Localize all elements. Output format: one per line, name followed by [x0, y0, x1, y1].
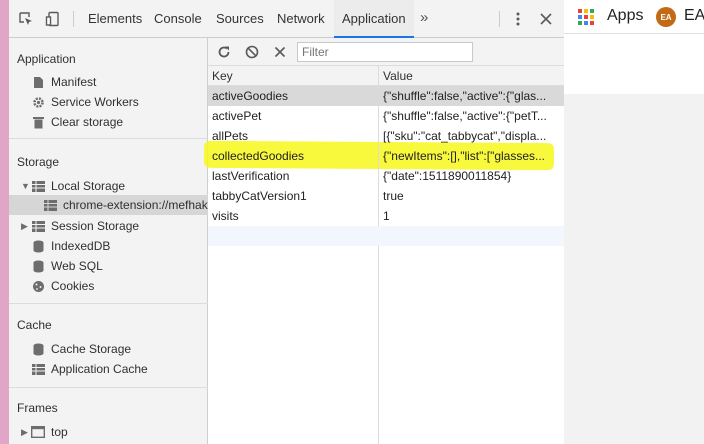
column-header-value[interactable]: Value [379, 66, 564, 86]
sidebar-item-label: Local Storage [51, 179, 126, 193]
table-row-empty[interactable] [208, 226, 564, 246]
row-key: allPets [212, 129, 249, 143]
bookmark-ea[interactable]: EA [684, 7, 704, 25]
sidebar-item-label: top [51, 425, 68, 439]
row-value: [{"sku":"cat_tabbycat","displa... [383, 129, 547, 143]
table-row[interactable]: visits 1 [208, 206, 564, 226]
tab-console[interactable]: Console [154, 0, 202, 38]
tab-elements[interactable]: Elements [88, 0, 142, 38]
sidebar-item-local-storage[interactable]: ▼ Local Storage [21, 176, 125, 196]
sidebar-item-label: Service Workers [51, 95, 139, 109]
storage-table: Key Value activeGoodies {"shuffle":false… [203, 66, 564, 444]
ea-icon[interactable]: EA [656, 7, 676, 27]
delete-selected-icon[interactable] [271, 43, 289, 61]
device-toolbar-icon[interactable] [42, 9, 64, 29]
sidebar-item-session-storage[interactable]: ▶ Session Storage [21, 216, 139, 236]
filter-input[interactable] [297, 42, 473, 62]
section-divider [9, 303, 208, 304]
sidebar-item-local-storage-origin[interactable]: chrome-extension://mefhak [9, 195, 208, 215]
toolbar-divider [499, 11, 500, 27]
sidebar-item-label: Cookies [51, 279, 95, 293]
table-row[interactable]: lastVerification {"date":1511890011854} [208, 166, 564, 186]
row-key: visits [212, 209, 239, 223]
more-tabs-button[interactable]: » [420, 0, 428, 38]
sidebar-item-label: IndexedDB [51, 239, 111, 253]
table-row[interactable]: collectedGoodies {"newItems":[],"list":[… [208, 146, 564, 166]
row-value: 1 [383, 209, 390, 223]
sidebar-item-service-workers[interactable]: Service Workers [31, 92, 139, 112]
section-title-frames: Frames [17, 401, 58, 415]
row-value: true [383, 189, 404, 203]
sidebar-item-application-cache[interactable]: Application Cache [31, 359, 148, 379]
database-icon [31, 259, 45, 273]
grid-icon [43, 198, 57, 212]
section-divider [9, 138, 208, 139]
devtools-toolbar: Elements Console Sources Network Applica… [9, 0, 564, 38]
row-key: collectedGoodies [212, 149, 305, 163]
row-value: {"newItems":[],"list":["glasses... [383, 149, 546, 163]
collapsed-triangle-icon[interactable]: ▶ [21, 422, 31, 442]
page-content-area [564, 94, 704, 444]
tab-sources[interactable]: Sources [216, 0, 264, 38]
expanded-triangle-icon[interactable]: ▼ [21, 176, 31, 196]
row-key: tabbyCatVersion1 [212, 189, 307, 203]
collapsed-triangle-icon[interactable]: ▶ [21, 216, 31, 236]
sidebar-item-label: Application Cache [51, 362, 148, 376]
table-row[interactable]: activeGoodies {"shuffle":false,"active":… [208, 86, 564, 106]
database-icon [31, 239, 45, 253]
devtools-window: Elements Console Sources Network Applica… [9, 0, 564, 444]
sidebar-item-frame-top[interactable]: ▶ top [21, 422, 68, 442]
section-title-storage: Storage [17, 155, 60, 169]
tab-network[interactable]: Network [277, 0, 325, 38]
table-row[interactable]: tabbyCatVersion1 true [208, 186, 564, 206]
row-value: {"shuffle":false,"active":{"glas... [383, 89, 547, 103]
grid-icon [31, 362, 45, 376]
trash-icon [31, 115, 45, 129]
close-icon[interactable] [535, 9, 557, 29]
sidebar-item-label: Manifest [51, 75, 97, 89]
table-row[interactable]: allPets [{"sku":"cat_tabbycat","displa..… [208, 126, 564, 146]
grid-icon [31, 219, 45, 233]
cookie-icon [31, 279, 45, 293]
apps-grid-icon[interactable] [578, 9, 594, 25]
clear-all-icon[interactable] [243, 43, 261, 61]
page-edge-strip [0, 0, 9, 444]
database-icon [31, 342, 45, 356]
sidebar-item-cache-storage[interactable]: Cache Storage [31, 339, 131, 359]
frame-icon [31, 425, 45, 439]
section-title-cache: Cache [17, 318, 52, 332]
tab-application[interactable]: Application [334, 0, 414, 38]
application-sidebar: Application Manifest Service Workers Cle… [9, 38, 208, 444]
sidebar-item-label: Session Storage [51, 219, 140, 233]
bookmark-apps[interactable]: Apps [607, 7, 643, 25]
sidebar-item-label: Cache Storage [51, 342, 132, 356]
sidebar-item-indexeddb[interactable]: IndexedDB [31, 236, 110, 256]
gear-icon [31, 95, 45, 109]
table-row[interactable]: activePet {"shuffle":false,"active":{"pe… [208, 106, 564, 126]
bookmarks-bar: Apps EA EA [564, 0, 704, 34]
local-storage-panel: Key Value activeGoodies {"shuffle":false… [203, 38, 564, 444]
row-key: lastVerification [212, 169, 290, 183]
file-icon [31, 75, 45, 89]
sidebar-item-cookies[interactable]: Cookies [31, 276, 94, 296]
sidebar-item-label: Clear storage [51, 115, 124, 129]
refresh-icon[interactable] [215, 43, 233, 61]
row-key: activeGoodies [212, 89, 289, 103]
storage-toolbar [208, 38, 564, 66]
column-header-key[interactable]: Key [208, 66, 378, 86]
grid-icon [31, 179, 45, 193]
kebab-menu-icon[interactable] [507, 9, 529, 29]
toolbar-divider [73, 11, 74, 27]
row-value: {"shuffle":false,"active":{"petT... [383, 109, 547, 123]
inspect-element-icon[interactable] [15, 9, 37, 29]
sidebar-item-manifest[interactable]: Manifest [31, 72, 96, 92]
sidebar-item-label: Web SQL [51, 259, 103, 273]
section-divider [9, 387, 208, 388]
sidebar-item-web-sql[interactable]: Web SQL [31, 256, 103, 276]
section-title-application: Application [17, 52, 76, 66]
row-value: {"date":1511890011854} [383, 169, 512, 183]
row-key: activePet [212, 109, 262, 123]
sidebar-item-clear-storage[interactable]: Clear storage [31, 112, 123, 132]
sidebar-item-label: chrome-extension://mefhak [63, 198, 208, 212]
